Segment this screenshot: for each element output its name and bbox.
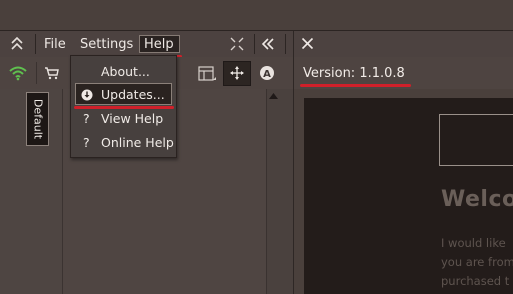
- panel-divider[interactable]: [293, 31, 294, 294]
- default-tab-label: Default: [31, 98, 44, 140]
- menu-item-online-help[interactable]: ? Online Help: [71, 131, 176, 153]
- expand-arrows-icon[interactable]: [229, 37, 245, 51]
- menu-item-online-help-label: Online Help: [101, 135, 174, 150]
- layout-icon[interactable]: [198, 66, 216, 82]
- menu-item-about-label: About...: [101, 64, 150, 79]
- window-top-strip: [0, 0, 513, 30]
- svg-text:A: A: [263, 69, 271, 80]
- updates-highlight-underline: [74, 106, 174, 109]
- menu-item-updates[interactable]: Updates...: [75, 83, 172, 105]
- menu-settings[interactable]: Settings: [80, 37, 133, 52]
- close-icon[interactable]: [301, 37, 314, 50]
- welcome-heading: Welco: [441, 187, 513, 212]
- double-chevron-left-icon[interactable]: [261, 37, 275, 51]
- menu-separator: [35, 34, 36, 54]
- collapse-up-icon[interactable]: [10, 36, 24, 52]
- question-icon: ?: [83, 135, 90, 150]
- menu-item-view-help-label: View Help: [101, 111, 164, 126]
- menu-item-updates-label: Updates...: [101, 87, 165, 102]
- version-label: Version: 1.1.0.8: [303, 66, 405, 81]
- default-tab[interactable]: Default: [26, 92, 49, 146]
- menu-item-view-help[interactable]: ? View Help: [71, 107, 176, 129]
- question-icon: ?: [83, 111, 90, 126]
- menu-help[interactable]: Help: [139, 35, 180, 53]
- vertical-scrollbar[interactable]: [266, 89, 281, 294]
- accessibility-a-icon[interactable]: A: [259, 65, 275, 81]
- menu-item-about[interactable]: About...: [71, 60, 176, 82]
- menu-help-label: Help: [144, 37, 174, 52]
- welcome-text-line: purchased t: [441, 274, 510, 288]
- move-icon: [230, 66, 244, 80]
- toolbar-separator: [36, 62, 37, 84]
- menu-separator: [285, 34, 286, 54]
- logo-placeholder: [439, 114, 513, 166]
- scroll-up-arrow-icon[interactable]: [269, 93, 278, 99]
- download-circle-icon: [81, 89, 93, 101]
- menu-bar: [0, 31, 513, 57]
- menu-file[interactable]: File: [44, 37, 66, 52]
- cart-icon[interactable]: [44, 66, 60, 80]
- welcome-text-line: I would like: [441, 236, 506, 250]
- welcome-text-line: you are from: [441, 255, 513, 269]
- menu-separator: [254, 34, 255, 54]
- wifi-icon[interactable]: [8, 65, 28, 81]
- version-highlight-underline: [300, 84, 411, 87]
